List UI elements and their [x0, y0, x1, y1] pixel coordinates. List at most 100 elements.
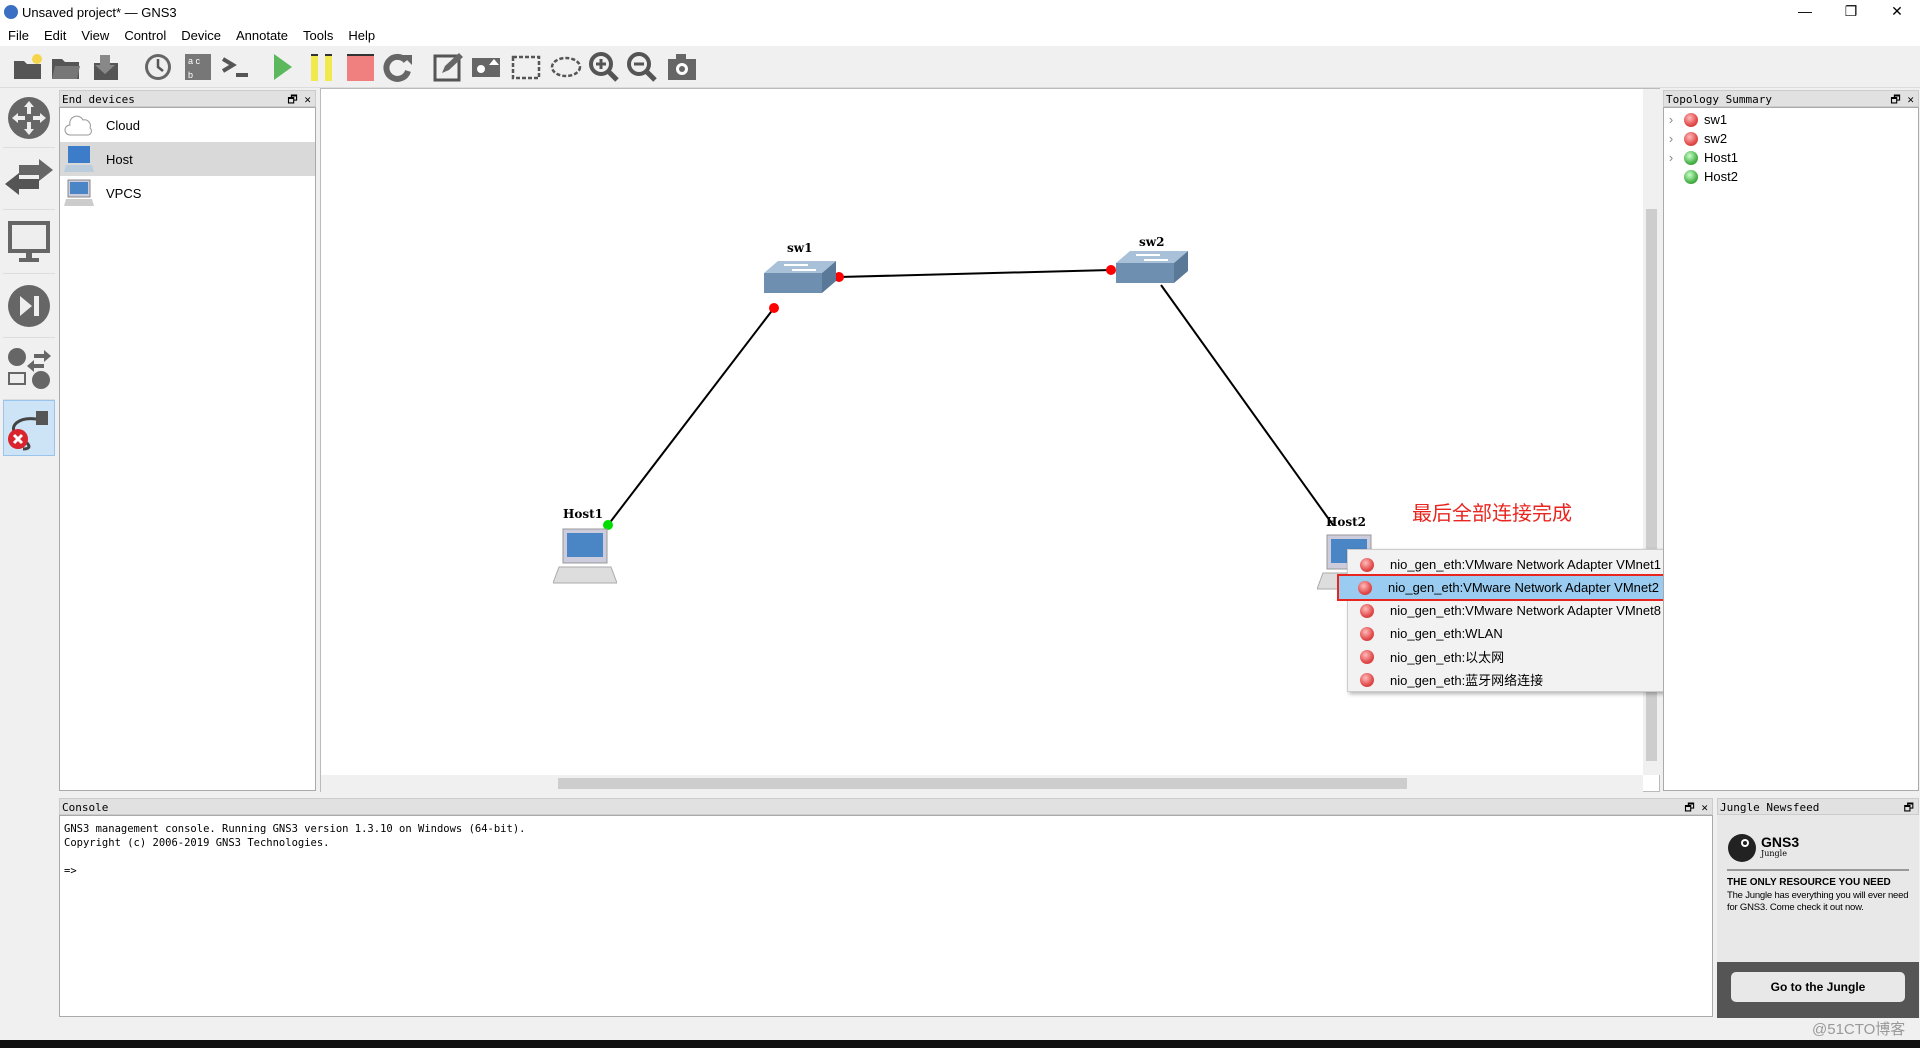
watermark: @51CTO博客	[1812, 1021, 1906, 1038]
browse-routers-button[interactable]	[3, 88, 55, 148]
zoom-out-icon[interactable]	[626, 51, 658, 83]
console-panel: Console 🗗 ✕ GNS3 management console. Run…	[59, 798, 1713, 1018]
menu-file[interactable]: File	[8, 28, 29, 43]
switch-node-sw2[interactable]	[1116, 249, 1188, 285]
horizontal-scrollbar[interactable]	[321, 775, 1643, 792]
start-all-icon[interactable]	[266, 51, 298, 83]
console-all-icon[interactable]	[220, 51, 252, 83]
console-line: GNS3 management console. Running GNS3 ve…	[64, 823, 526, 835]
save-project-icon[interactable]	[90, 51, 122, 83]
menu-edit[interactable]: Edit	[44, 28, 66, 43]
menu-item-wlan[interactable]: nio_gen_eth:WLAN	[1348, 622, 1694, 645]
show-interface-labels-icon[interactable]: a c b	[182, 51, 214, 83]
link-sw1-host1[interactable]	[607, 307, 775, 526]
panel-title: Topology Summary	[1666, 93, 1772, 106]
device-item-vpcs[interactable]: VPCS	[60, 176, 315, 210]
topology-tree: › sw1 › sw2 › Host1 Host2	[1663, 107, 1919, 791]
switch-node-sw1[interactable]	[764, 259, 836, 295]
close-panel-button[interactable]: ✕	[1907, 93, 1914, 106]
menu-item-vmnet2[interactable]: nio_gen_eth:VMware Network Adapter VMnet…	[1337, 574, 1694, 601]
device-item-host[interactable]: Host	[60, 142, 315, 176]
suspend-all-icon[interactable]	[306, 51, 338, 83]
toolbar: a c b	[0, 46, 1920, 88]
jungle-footer: Go to the Jungle	[1717, 962, 1919, 1018]
screenshot-icon[interactable]	[666, 51, 698, 83]
console-prompt: =>	[64, 865, 77, 877]
topology-item-sw2[interactable]: › sw2	[1664, 129, 1918, 148]
close-panel-button[interactable]: ✕	[304, 93, 311, 106]
add-note-icon[interactable]	[432, 51, 464, 83]
browse-security-devices-button[interactable]	[3, 274, 55, 338]
zoom-in-icon[interactable]	[588, 51, 620, 83]
browse-all-devices-button[interactable]	[3, 338, 55, 400]
status-led-icon	[1360, 603, 1374, 618]
expand-chevron-icon[interactable]: ›	[1664, 112, 1678, 127]
float-panel-button[interactable]: 🗗	[287, 93, 297, 106]
status-led-icon	[1684, 131, 1698, 146]
node-label-sw2: sw2	[1139, 235, 1165, 249]
new-project-icon[interactable]	[12, 51, 44, 83]
port-status-dot	[1106, 265, 1116, 275]
switch-icon	[5, 158, 53, 195]
all-devices-icon	[8, 347, 51, 389]
menu-tools[interactable]: Tools	[303, 28, 333, 43]
menu-control[interactable]: Control	[124, 28, 166, 43]
horizontal-scroll-thumb[interactable]	[558, 778, 1407, 789]
draw-rectangle-icon[interactable]	[510, 51, 542, 83]
status-led-icon	[1360, 557, 1374, 572]
console-line: Copyright (c) 2006-2019 GNS3 Technologie…	[64, 837, 330, 849]
draw-ellipse-icon[interactable]	[550, 51, 582, 83]
menu-device[interactable]: Device	[181, 28, 221, 43]
menu-view[interactable]: View	[81, 28, 109, 43]
play-pause-icon	[8, 284, 50, 327]
open-project-icon[interactable]	[50, 51, 82, 83]
status-led-icon	[1684, 112, 1698, 127]
snapshot-icon[interactable]	[142, 51, 174, 83]
chameleon-icon	[1728, 834, 1756, 862]
expand-chevron-icon[interactable]: ›	[1664, 150, 1678, 165]
reload-all-icon[interactable]	[382, 51, 414, 83]
gns3-app-icon	[4, 5, 18, 19]
topology-summary-header: Topology Summary 🗗 ✕	[1663, 90, 1919, 107]
menu-item-ethernet[interactable]: nio_gen_eth:以太网	[1348, 645, 1694, 668]
menu-annotate[interactable]: Annotate	[236, 28, 288, 43]
topology-item-host1[interactable]: › Host1	[1664, 148, 1918, 167]
menu-item-bluetooth[interactable]: nio_gen_eth:蓝牙网络连接	[1348, 668, 1694, 691]
stop-all-icon[interactable]	[344, 51, 376, 83]
end-devices-header: End devices 🗗 ✕	[59, 90, 316, 107]
status-led-icon	[1360, 672, 1374, 687]
close-button[interactable]: ✕	[1874, 0, 1920, 24]
add-link-button[interactable]	[3, 400, 55, 456]
link-sw2-host2[interactable]	[1160, 284, 1334, 526]
console-output[interactable]: GNS3 management console. Running GNS3 ve…	[59, 815, 1713, 1017]
topology-summary-panel: Topology Summary 🗗 ✕ › sw1 › sw2 › Host1 Ho…	[1663, 90, 1919, 792]
float-panel-button[interactable]: 🗗	[1890, 93, 1900, 106]
menu-item-vmnet1[interactable]: nio_gen_eth:VMware Network Adapter VMnet…	[1348, 553, 1694, 576]
cloud-icon	[64, 115, 92, 136]
browse-switches-button[interactable]	[3, 148, 55, 210]
link-sw1-sw2[interactable]	[838, 269, 1112, 278]
end-devices-panel: End devices 🗗 ✕ Cloud Host VPCS	[59, 90, 316, 792]
add-link-icon	[8, 411, 48, 451]
minimize-button[interactable]: —	[1782, 0, 1828, 24]
topology-item-sw1[interactable]: › sw1	[1664, 110, 1918, 129]
vpcs-icon	[64, 179, 94, 206]
insert-picture-icon[interactable]	[470, 51, 502, 83]
status-led-icon	[1684, 150, 1698, 165]
restore-button[interactable]: ❐	[1828, 0, 1874, 24]
svg-text:a c: a c	[188, 56, 201, 66]
taskbar	[0, 1040, 1920, 1048]
go-to-jungle-button[interactable]: Go to the Jungle	[1731, 972, 1905, 1002]
annotation-text[interactable]: 最后全部连接完成	[1412, 497, 1572, 526]
close-panel-button[interactable]: ✕	[1701, 801, 1708, 814]
float-panel-button[interactable]: 🗗	[1904, 799, 1914, 816]
expand-chevron-icon[interactable]: ›	[1664, 131, 1678, 146]
browse-end-devices-button[interactable]	[3, 210, 55, 274]
status-led-icon	[1684, 169, 1698, 184]
float-panel-button[interactable]: 🗗	[1684, 801, 1694, 814]
menu-item-vmnet8[interactable]: nio_gen_eth:VMware Network Adapter VMnet…	[1348, 599, 1694, 622]
device-item-cloud[interactable]: Cloud	[60, 108, 315, 142]
menu-help[interactable]: Help	[348, 28, 375, 43]
host-node-host1[interactable]	[553, 527, 617, 585]
topology-item-host2[interactable]: Host2	[1664, 167, 1918, 186]
